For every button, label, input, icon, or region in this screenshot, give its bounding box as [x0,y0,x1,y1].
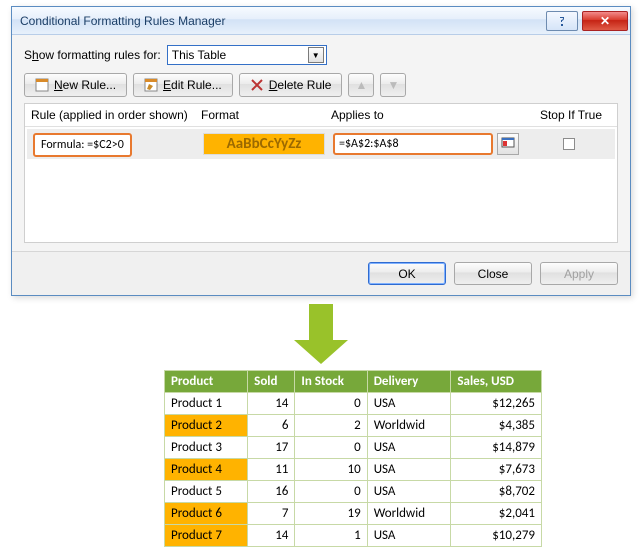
table-row: Product 41110USA$7,673 [165,459,542,481]
table-cell: USA [367,525,451,547]
table-cell: Product 3 [165,437,248,459]
table-row: Product 1140USA$12,265 [165,393,542,415]
header-stop: Stop If True [531,108,611,122]
format-preview: AaBbCcYyZz [203,133,325,155]
table-cell: USA [367,481,451,503]
table-cell: 1 [295,525,367,547]
table-cell: $14,879 [451,437,542,459]
edit-rule-icon [144,78,158,92]
table-cell: $12,265 [451,393,542,415]
titlebar[interactable]: Conditional Formatting Rules Manager ✕ [12,7,630,35]
table-row: Product 3170USA$14,879 [165,437,542,459]
rule-row[interactable]: Formula: =$C2>0 AaBbCcYyZz =$A$2:$A$8 [27,129,615,159]
table-cell: 0 [295,393,367,415]
close-button[interactable]: Close [454,262,532,285]
scope-select[interactable]: This Table ▼ [167,45,327,65]
table-cell: Product 2 [165,415,248,437]
rule-name: Formula: =$C2>0 [33,133,132,157]
worksheet-area: ProductSoldIn StockDeliverySales, USD Pr… [0,304,642,557]
move-up-button[interactable]: ▲ [348,73,374,97]
table-cell: 0 [295,437,367,459]
close-window-button[interactable]: ✕ [582,11,628,31]
table-cell: Product 5 [165,481,248,503]
header-applies: Applies to [331,108,531,122]
table-cell: $10,279 [451,525,542,547]
table-cell: 10 [295,459,367,481]
table-cell: 0 [295,481,367,503]
table-cell: USA [367,459,451,481]
table-cell: 14 [248,393,295,415]
table-row: Product 5160USA$8,702 [165,481,542,503]
result-arrow-icon [294,304,348,364]
result-table: ProductSoldIn StockDeliverySales, USD Pr… [164,370,542,547]
table-cell: 17 [248,437,295,459]
scope-label: Show formatting rules for: [24,48,161,62]
header-rule: Rule (applied in order shown) [31,108,201,122]
table-cell: 19 [295,503,367,525]
help-button[interactable] [546,11,578,31]
table-cell: Product 7 [165,525,248,547]
conditional-formatting-dialog: Conditional Formatting Rules Manager ✕ S… [11,6,631,296]
header-format: Format [201,108,331,122]
table-cell: 2 [295,415,367,437]
edit-rule-label: Edit Rule... [163,78,222,92]
table-row: Product 7141USA$10,279 [165,525,542,547]
table-cell: $7,673 [451,459,542,481]
scope-row: Show formatting rules for: This Table ▼ [24,45,618,65]
table-cell: Worldwid [367,503,451,525]
rules-header-row: Rule (applied in order shown) Format App… [25,104,617,127]
stop-if-true-checkbox[interactable] [563,138,575,150]
table-cell: 14 [248,525,295,547]
table-header: In Stock [295,371,367,393]
dialog-body: Show formatting rules for: This Table ▼ … [12,35,630,251]
dialog-footer: OK Close Apply [12,251,630,295]
table-cell: 6 [248,415,295,437]
new-rule-icon [35,78,49,92]
delete-rule-label: Delete Rule [269,78,332,92]
rules-list: Rule (applied in order shown) Format App… [24,103,618,243]
new-rule-button[interactable]: New Rule... [24,73,127,97]
table-cell: 16 [248,481,295,503]
table-cell: USA [367,437,451,459]
table-cell: $4,385 [451,415,542,437]
table-cell: USA [367,393,451,415]
table-header: Product [165,371,248,393]
table-cell: Product 1 [165,393,248,415]
table-cell: $2,041 [451,503,542,525]
table-row: Product 262Worldwid$4,385 [165,415,542,437]
table-cell: Product 4 [165,459,248,481]
delete-rule-icon [250,78,264,92]
edit-rule-button[interactable]: Edit Rule... [133,73,233,97]
table-cell: $8,702 [451,481,542,503]
dialog-title: Conditional Formatting Rules Manager [20,14,544,28]
move-down-button[interactable]: ▼ [380,73,406,97]
table-row: Product 6719Worldwid$2,041 [165,503,542,525]
ok-button[interactable]: OK [368,262,446,285]
table-header: Delivery [367,371,451,393]
chevron-down-icon: ▼ [308,47,324,63]
apply-button[interactable]: Apply [540,262,618,285]
scope-select-value: This Table [172,48,226,62]
applies-to-input[interactable]: =$A$2:$A$8 [333,133,493,155]
table-cell: 11 [248,459,295,481]
table-header: Sales, USD [451,371,542,393]
new-rule-label: New Rule... [54,78,116,92]
delete-rule-button[interactable]: Delete Rule [239,73,343,97]
range-selector-button[interactable] [497,133,519,155]
rules-toolbar: New Rule... Edit Rule... Delete Rule ▲ ▼ [24,73,618,97]
table-cell: Product 6 [165,503,248,525]
table-cell: 7 [248,503,295,525]
table-header: Sold [248,371,295,393]
table-cell: Worldwid [367,415,451,437]
